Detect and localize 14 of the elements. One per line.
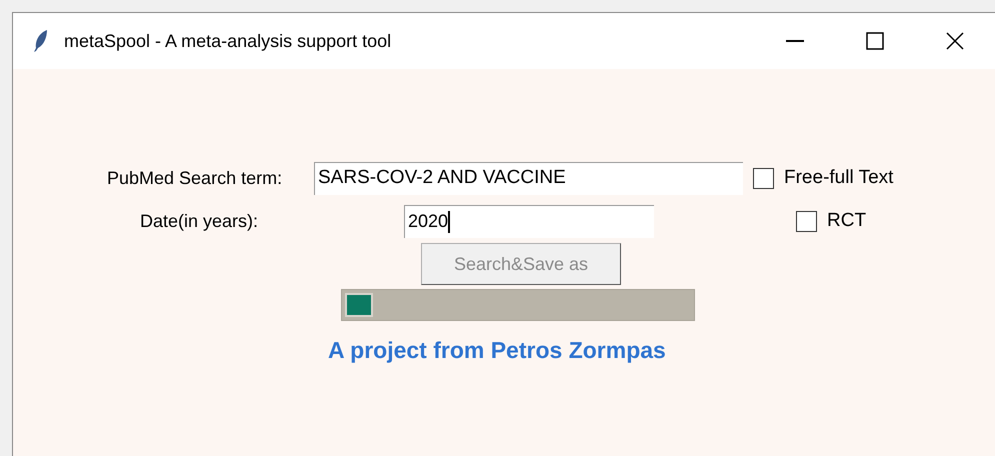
date-label: Date(in years): [140,210,260,233]
feather-icon [33,29,49,53]
checkbox-label: Free-full Text [784,166,894,190]
minimize-icon [786,40,804,42]
checkbox[interactable] [753,168,774,188]
date-field[interactable]: 2020 [404,204,654,238]
maximize-icon [866,32,884,50]
checkbox-label: RCT [827,208,866,233]
window-title: metaSpool - A meta-analysis support tool [64,30,392,53]
search-label: PubMed Search term: [107,166,284,190]
checkbox[interactable] [796,210,817,232]
search-field[interactable]: SARS-COV-2 AND VACCINE [314,162,743,194]
credit-text: A project from Petros Zormpas [328,336,666,365]
close-icon [946,32,964,50]
